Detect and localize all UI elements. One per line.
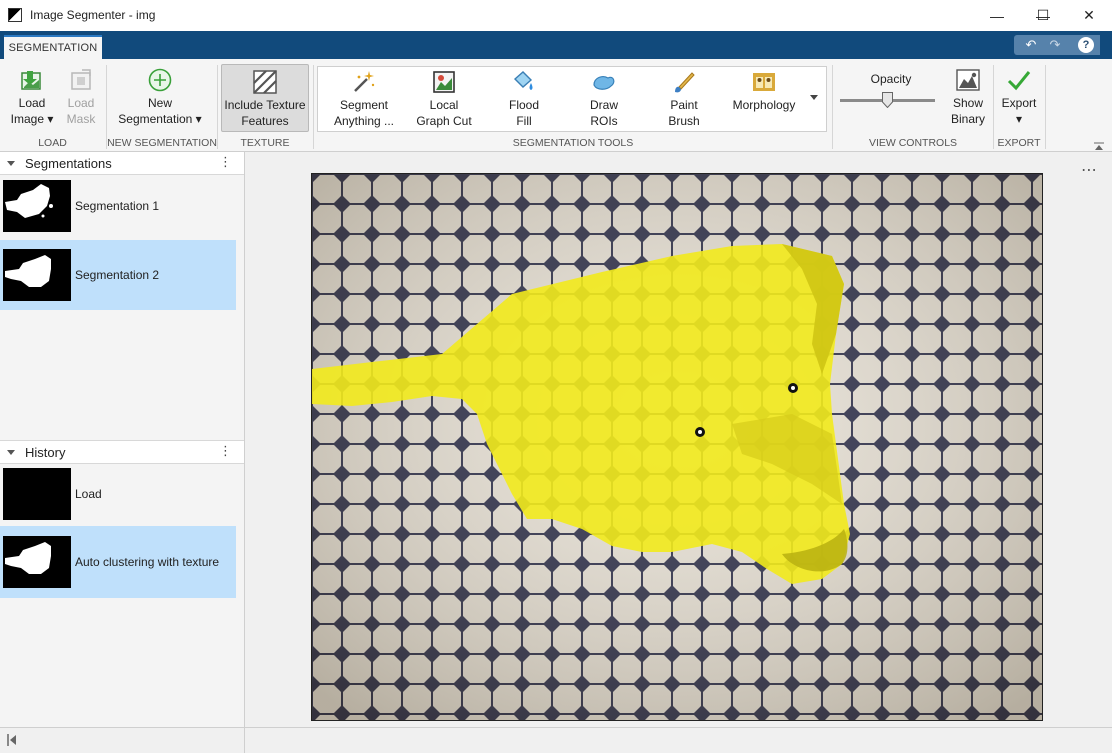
segment-anything-label-1: Segment — [339, 98, 389, 112]
add-circle-icon — [148, 68, 172, 92]
new-segmentation-label-2: Segmentation ▾ — [118, 112, 202, 126]
gallery-expand-arrow[interactable] — [810, 95, 818, 100]
binary-image-icon — [956, 69, 980, 91]
maximize-button[interactable]: ☐ — [1020, 0, 1066, 31]
segment-anything-button[interactable]: Segment Anything ... — [330, 69, 398, 129]
redo-icon[interactable]: ↷ — [1046, 37, 1064, 53]
morphology-button[interactable]: Morphology — [728, 69, 800, 113]
quick-access-toolbar: ↶ ↷ ? — [1014, 35, 1100, 55]
load-image-icon — [21, 71, 41, 90]
flood-fill-icon — [513, 71, 533, 90]
load-mask-label-2: Mask — [66, 112, 96, 126]
new-segmentation-label-1: New — [147, 96, 172, 110]
texture-icon — [253, 70, 277, 94]
flood-fill-label-1: Flood — [508, 98, 540, 112]
draw-rois-label-2: ROIs — [590, 114, 618, 128]
history-item-label: Load — [75, 487, 102, 501]
export-label-2: ▾ — [1015, 112, 1023, 126]
title-bar: Image Segmenter - img — — ☐ ✕ — [0, 0, 1112, 31]
load-mask-button[interactable]: Load Mask — [56, 67, 106, 127]
draw-rois-label-1: Draw — [589, 98, 618, 112]
paint-brush-button[interactable]: Paint Brush — [650, 69, 718, 129]
paint-brush-label-1: Paint — [670, 98, 698, 112]
flood-fill-button[interactable]: Flood Fill — [490, 69, 558, 129]
left-panel: Segmentations ⋮ Segmentation 1 Segmentat… — [0, 152, 245, 727]
segmentation-1-thumbnail — [3, 180, 71, 232]
section-new-segmentation: NEW SEGMENTATION — [107, 137, 217, 149]
help-icon[interactable]: ? — [1078, 37, 1094, 53]
collapse-left-panel-icon[interactable] — [7, 734, 17, 746]
collapse-arrow-icon[interactable] — [7, 160, 15, 166]
show-binary-label-2: Binary — [950, 112, 985, 126]
status-bar — [0, 727, 1112, 753]
segmentation-tools-gallery: Segment Anything ... Local Graph Cut Flo… — [317, 66, 827, 132]
history-panel-title: History — [25, 444, 66, 460]
graph-cut-icon — [433, 71, 455, 93]
section-texture: TEXTURE — [240, 137, 290, 149]
slider-thumb-icon — [882, 92, 893, 109]
load-image-label-1: Load — [18, 96, 46, 110]
app-icon — [8, 8, 22, 22]
morphology-icon — [753, 73, 775, 91]
show-binary-button[interactable]: Show Binary — [944, 67, 992, 127]
local-graph-cut-label-2: Graph Cut — [416, 114, 472, 128]
flood-fill-label-2: Fill — [516, 114, 532, 128]
include-texture-label-2: Features — [241, 114, 289, 128]
include-texture-label-1: Include Texture — [224, 98, 306, 112]
undo-icon[interactable]: ↶ — [1022, 37, 1040, 53]
local-graph-cut-button[interactable]: Local Graph Cut — [410, 69, 478, 129]
load-mask-label-1: Load — [67, 96, 95, 110]
draw-rois-button[interactable]: Draw ROIs — [570, 69, 638, 129]
new-segmentation-button[interactable]: New Segmentation ▾ — [110, 67, 210, 127]
segmentation-item-label: Segmentation 2 — [75, 268, 160, 282]
history-item-load[interactable]: Load — [0, 460, 236, 528]
paint-brush-icon — [675, 72, 695, 93]
paint-brush-label-2: Brush — [668, 114, 700, 128]
tile-floor-with-dog-overlay — [312, 174, 1042, 720]
checkmark-icon — [1007, 71, 1031, 91]
tab-segmentation[interactable]: SEGMENTATION — [4, 35, 102, 59]
close-button[interactable]: ✕ — [1066, 0, 1112, 31]
load-mask-icon — [71, 69, 91, 90]
tab-strip: SEGMENTATION — [0, 31, 1112, 59]
segmentation-item-label: Segmentation 1 — [75, 199, 160, 213]
section-export: EXPORT — [997, 137, 1041, 149]
minimize-icon[interactable]: — — [974, 0, 1020, 31]
collapse-arrow-icon[interactable] — [7, 449, 15, 455]
segmentations-panel-title: Segmentations — [25, 155, 112, 171]
segmented-image[interactable] — [311, 173, 1043, 721]
magic-wand-icon — [354, 71, 375, 92]
view-options-icon[interactable]: ⋯ — [1081, 160, 1098, 180]
segmentation-item-2[interactable]: Segmentation 2 — [0, 240, 236, 310]
toolstrip: Load Image ▾ Load Mask LOAD New Segmenta… — [0, 59, 1112, 152]
panel-menu-icon[interactable]: ⋮ — [219, 443, 232, 459]
show-binary-label-1: Show — [952, 96, 984, 110]
export-label-1: Export — [1001, 96, 1037, 110]
separator — [1045, 65, 1046, 149]
opacity-label: Opacity — [870, 72, 912, 86]
morphology-label: Morphology — [732, 98, 796, 112]
section-load: LOAD — [38, 137, 67, 149]
segmentation-item-1[interactable]: Segmentation 1 — [0, 172, 236, 240]
segment-anything-label-2: Anything ... — [333, 114, 395, 128]
window-title: Image Segmenter - img — [30, 8, 156, 22]
history-load-thumbnail — [3, 468, 71, 520]
section-segmentation-tools: SEGMENTATION TOOLS — [512, 137, 634, 149]
opacity-slider-thumb[interactable] — [882, 92, 893, 109]
history-item-label: Auto clustering with texture — [75, 555, 220, 569]
history-item-auto-clustering[interactable]: Auto clustering with texture — [0, 526, 236, 598]
history-auto-clustering-thumbnail — [3, 536, 71, 588]
status-separator — [244, 728, 245, 753]
load-image-button[interactable]: Load Image ▾ — [6, 67, 58, 127]
export-button[interactable]: Export ▾ — [996, 67, 1042, 127]
load-image-label-2: Image ▾ — [10, 112, 54, 126]
segmentation-2-thumbnail — [3, 249, 71, 301]
include-texture-features-toggle[interactable]: Include Texture Features — [221, 64, 309, 132]
panel-menu-icon[interactable]: ⋮ — [219, 154, 232, 170]
section-view-controls: VIEW CONTROLS — [868, 137, 958, 149]
local-graph-cut-label-1: Local — [429, 98, 459, 112]
draw-roi-icon — [593, 76, 615, 90]
collapse-toolstrip-icon[interactable] — [1094, 139, 1104, 150]
